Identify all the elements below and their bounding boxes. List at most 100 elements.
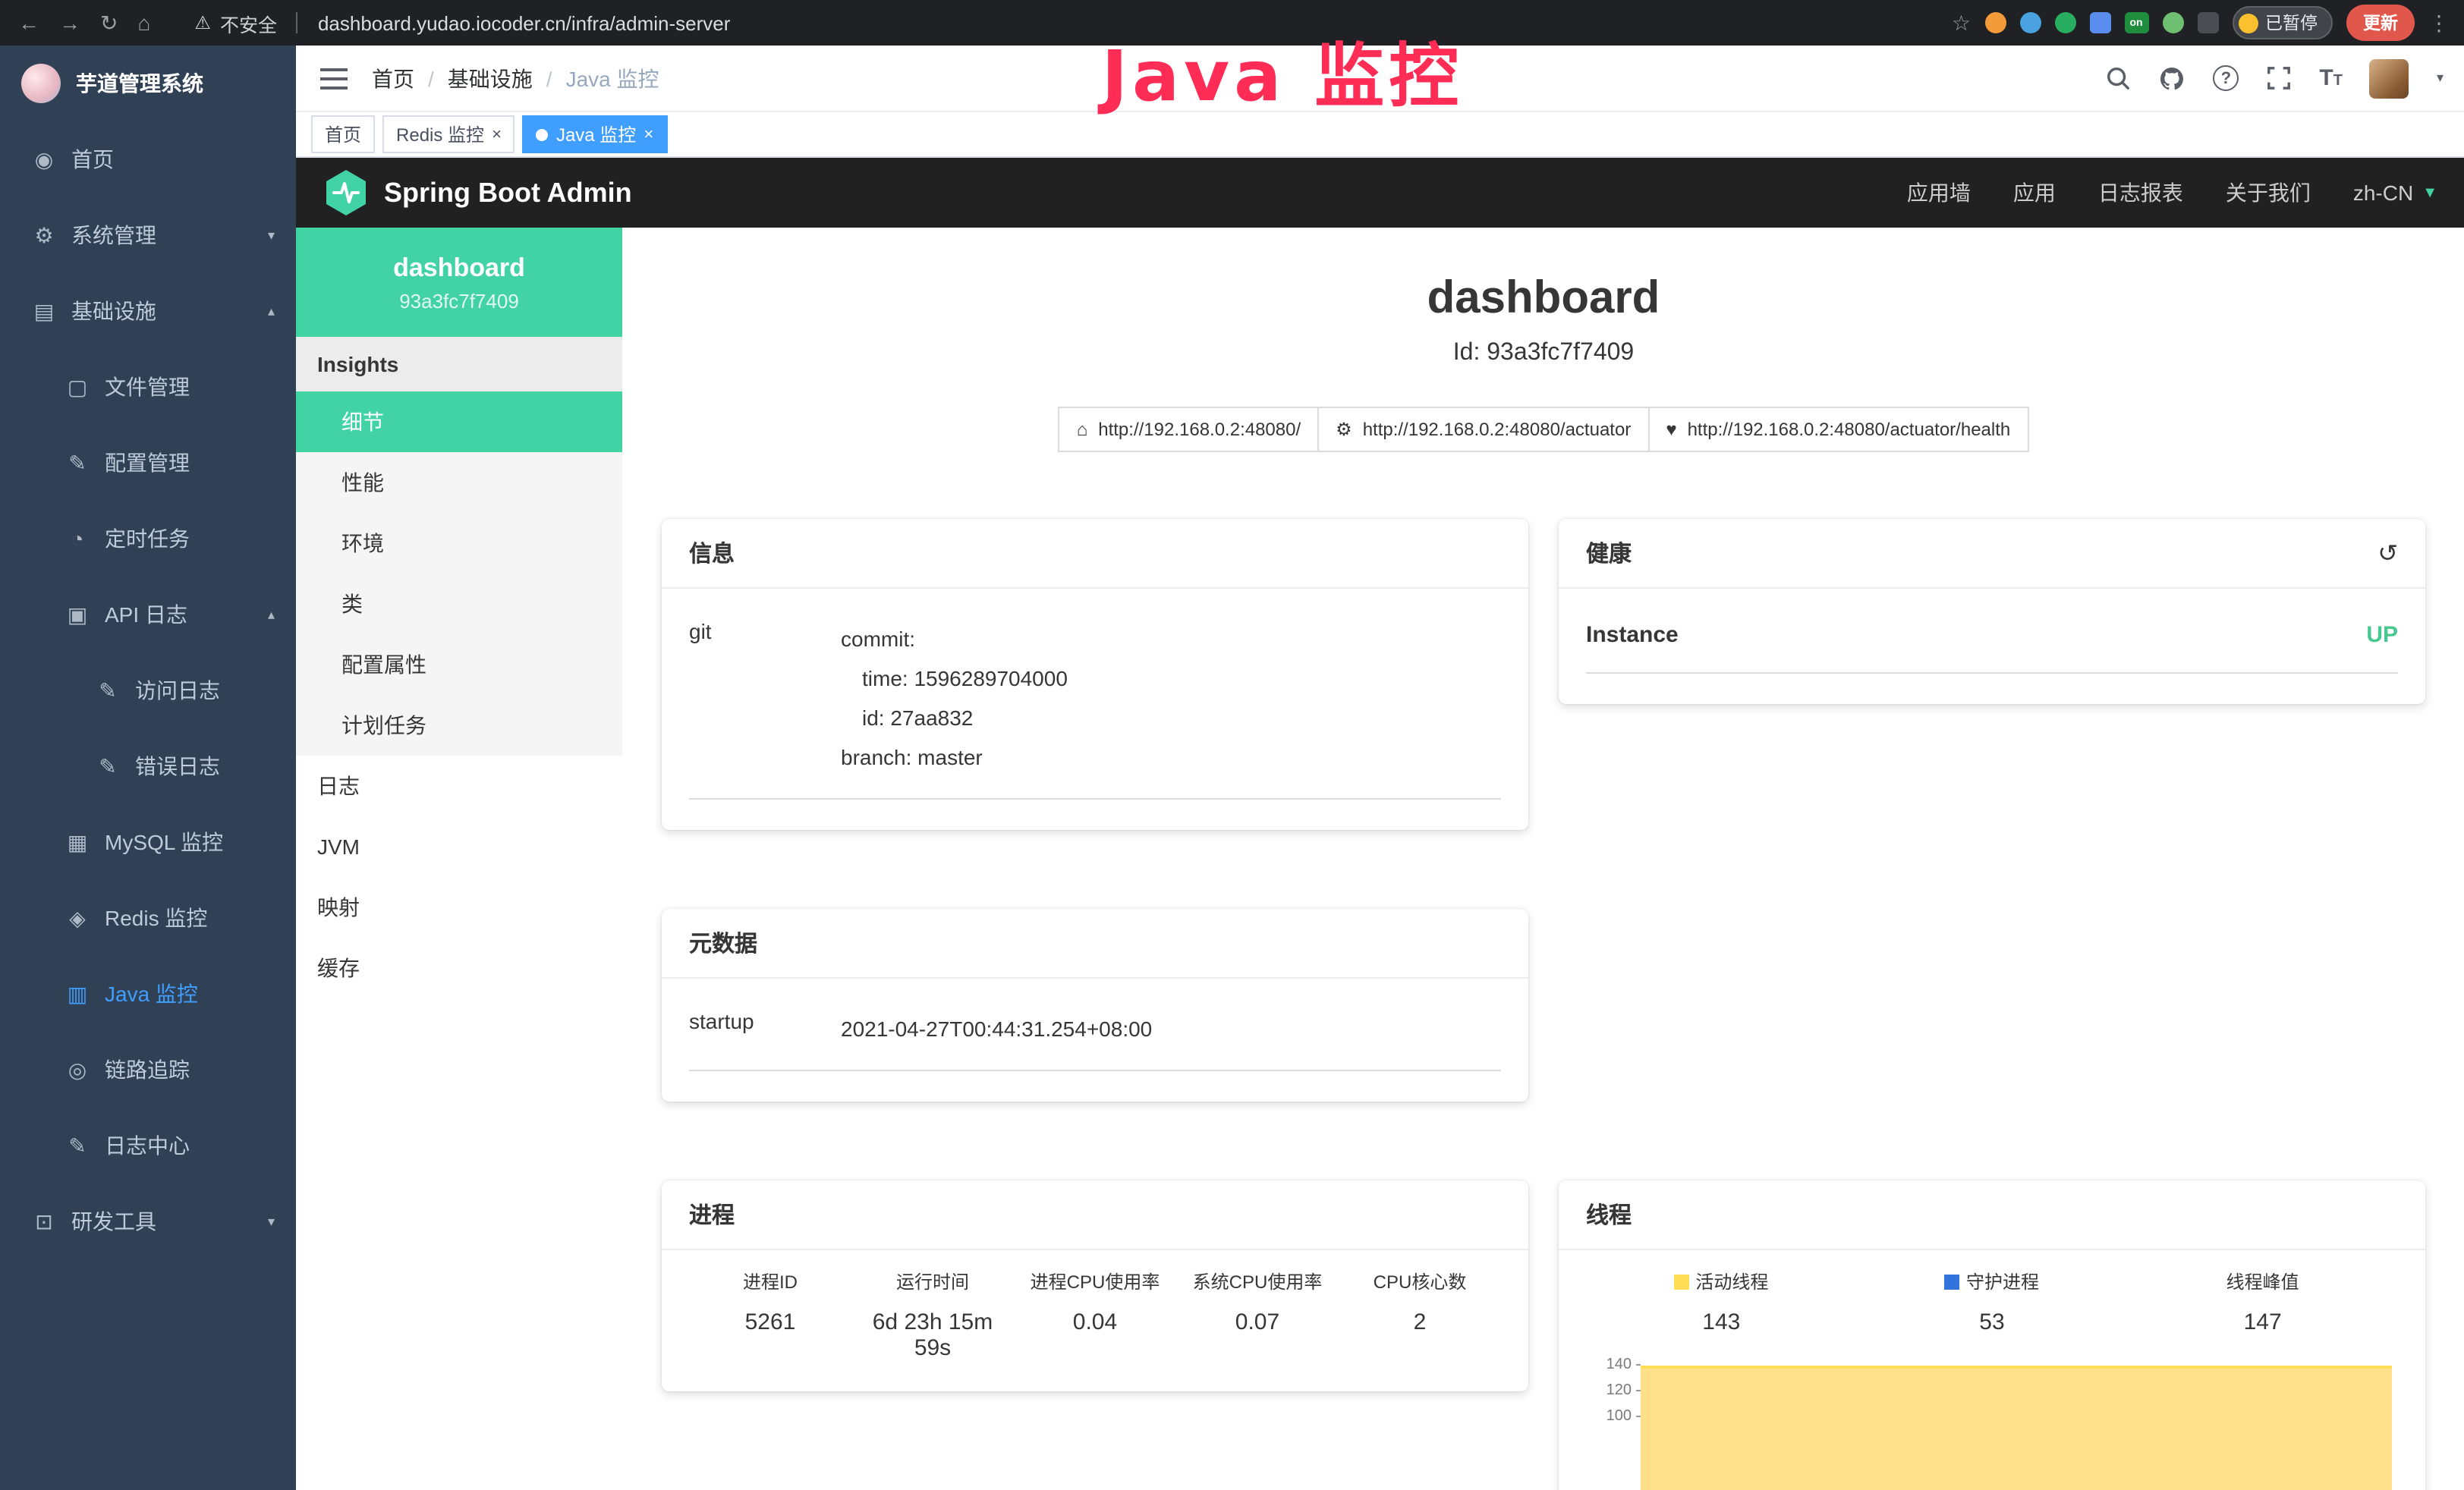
sidebar-item-file-management[interactable]: ▢ 文件管理	[0, 349, 296, 425]
extension-icon-grid[interactable]	[2089, 12, 2110, 33]
sidebar-item-java-monitor[interactable]: ▥ Java 监控	[0, 956, 296, 1032]
sba-link-journal[interactable]: 日志报表	[2098, 178, 2183, 208]
sba-nav-links: 应用墙 应用 日志报表 关于我们 zh-CN ▼	[1907, 178, 2437, 208]
sba-language-select[interactable]: zh-CN ▼	[2353, 181, 2437, 205]
info-card: 信息 git commit: time: 1596289704000 id: 2…	[662, 519, 1528, 830]
sba-link-about[interactable]: 关于我们	[2226, 178, 2311, 208]
sidebar-item-log-center[interactable]: ✎ 日志中心	[0, 1108, 296, 1184]
extension-icon-blue-drop[interactable]	[2019, 12, 2041, 33]
app-shell: 芋道管理系统 ◉ 首页 ⚙ 系统管理 ▾ ▤ 基础设施 ▴ ▢ 文件管理 ✎	[0, 46, 2464, 1490]
status-badge: UP	[2366, 622, 2398, 648]
font-size-icon[interactable]: TT	[2319, 64, 2343, 92]
proxy-on-icon[interactable]: on	[2124, 12, 2148, 33]
search-icon[interactable]	[2105, 65, 2131, 91]
fullscreen-icon[interactable]	[2266, 65, 2292, 91]
sba-brand[interactable]: Spring Boot Admin	[323, 168, 632, 217]
tab-redis-monitor[interactable]: Redis 监控 ×	[382, 115, 515, 153]
browser-home-icon[interactable]: ⌂	[137, 12, 150, 33]
extension-icon-leaf[interactable]	[2162, 12, 2183, 33]
instance-id-line: Id: 93a3fc7f7409	[622, 340, 2464, 367]
browser-menu-icon[interactable]: ⋮	[2428, 12, 2450, 33]
legend-daemon-threads: 守护进程 53	[1857, 1268, 2128, 1335]
sba-item-details[interactable]: 细节	[296, 391, 622, 452]
service-url-label: http://192.168.0.2:48080/	[1098, 419, 1301, 440]
help-icon[interactable]: ?	[2213, 65, 2239, 91]
sidebar-item-label: 配置管理	[105, 448, 190, 478]
avatar-caret-icon[interactable]: ▾	[2437, 70, 2444, 86]
sidebar-item-error-logs[interactable]: ✎ 错误日志	[0, 728, 296, 804]
service-url-link[interactable]: ⌂ http://192.168.0.2:48080/	[1059, 407, 1319, 452]
sidebar-item-infrastructure[interactable]: ▤ 基础设施 ▴	[0, 273, 296, 349]
sidebar-toggle-icon[interactable]	[320, 68, 348, 89]
sba-item-metrics[interactable]: 性能	[296, 452, 622, 513]
extension-icon-puzzle[interactable]	[2197, 12, 2218, 33]
sidebar-item-link-tracing[interactable]: ◎ 链路追踪	[0, 1032, 296, 1108]
sidebar-item-api-logs[interactable]: ▣ API 日志 ▴	[0, 577, 296, 652]
sidebar-item-access-logs[interactable]: ✎ 访问日志	[0, 652, 296, 728]
trace-icon: ◎	[64, 1057, 91, 1083]
security-label[interactable]: 不安全	[220, 8, 277, 37]
sidebar-item-scheduled-tasks[interactable]: ◔ 定时任务	[0, 501, 296, 577]
health-url-link[interactable]: ♥ http://192.168.0.2:48080/actuator/heal…	[1647, 407, 2028, 452]
sba-item-environment[interactable]: 环境	[296, 513, 622, 574]
sba-link-applications[interactable]: 应用	[2013, 178, 2056, 208]
tab-close-icon[interactable]: ×	[492, 125, 502, 143]
health-instance-row: Instance UP	[1586, 607, 2398, 674]
github-icon[interactable]	[2158, 64, 2186, 92]
extension-icon-orange[interactable]	[1984, 12, 2006, 33]
security-warning-icon[interactable]: ⚠	[194, 12, 211, 33]
sba-item-config-props[interactable]: 配置属性	[296, 634, 622, 695]
legend-value: 143	[1586, 1309, 1857, 1335]
logo-avatar	[21, 64, 61, 103]
user-avatar[interactable]	[2370, 58, 2409, 98]
sba-item-mappings[interactable]: 映射	[296, 877, 622, 938]
file-icon: ▢	[64, 374, 91, 400]
sba-item-classes[interactable]: 类	[296, 574, 622, 634]
extension-icon-green-circle[interactable]	[2054, 12, 2075, 33]
paused-badge[interactable]: 已暂停	[2232, 6, 2333, 39]
process-col-value: 2	[1339, 1309, 1501, 1335]
actuator-url-link[interactable]: ⚙ http://192.168.0.2:48080/actuator	[1317, 407, 1649, 452]
address-url[interactable]: dashboard.yudao.iocoder.cn/infra/admin-s…	[318, 11, 730, 34]
browser-back-icon[interactable]: ←	[18, 12, 39, 33]
sidebar-item-mysql-monitor[interactable]: ▦ MySQL 监控	[0, 804, 296, 880]
screen: ← → ↻ ⌂ ⚠ 不安全 dashboard.yudao.iocoder.cn…	[0, 0, 2464, 1490]
active-tab-dot	[537, 128, 549, 140]
breadcrumb-infrastructure[interactable]: 基础设施	[448, 63, 533, 93]
bookmark-star-icon[interactable]: ☆	[1952, 12, 1971, 33]
sidebar-logo[interactable]: 芋道管理系统	[0, 46, 296, 121]
sidebar-item-home[interactable]: ◉ 首页	[0, 121, 296, 197]
sba-item-caches[interactable]: 缓存	[296, 938, 622, 998]
tab-home[interactable]: 首页	[311, 115, 375, 153]
breadcrumb-home[interactable]: 首页	[372, 63, 414, 93]
update-button[interactable]: 更新	[2346, 5, 2415, 41]
threads-legend: 活动线程 143 守护进程	[1586, 1268, 2398, 1335]
sidebar-item-label: Redis 监控	[105, 903, 207, 933]
sba-instance-header[interactable]: dashboard 93a3fc7f7409	[296, 228, 622, 337]
legend-square-blue-icon	[1945, 1274, 1960, 1289]
header-actions: ? TT ▾	[2105, 58, 2464, 98]
sba-item-scheduled-tasks[interactable]: 计划任务	[296, 695, 622, 756]
sba-main: dashboard Id: 93a3fc7f7409 ⌂ http://192.…	[622, 228, 2464, 1490]
history-icon[interactable]: ↺	[2377, 538, 2398, 568]
sidebar-item-redis-monitor[interactable]: ◈ Redis 监控	[0, 880, 296, 956]
sidebar-item-config-management[interactable]: ✎ 配置管理	[0, 425, 296, 501]
breadcrumb: 首页 / 基础设施 / Java 监控	[372, 63, 659, 93]
chevron-up-icon: ▴	[268, 303, 275, 319]
tab-close-icon[interactable]: ×	[644, 125, 653, 143]
paused-badge-label: 已暂停	[2265, 11, 2318, 35]
sba-item-jvm[interactable]: JVM	[296, 816, 622, 877]
tab-java-monitor[interactable]: Java 监控 ×	[523, 115, 667, 153]
sidebar-item-system-management[interactable]: ⚙ 系统管理 ▾	[0, 197, 296, 273]
sidebar-item-dev-tools[interactable]: ⊡ 研发工具 ▾	[0, 1184, 296, 1259]
sba-item-logs[interactable]: 日志	[296, 756, 622, 816]
browser-forward-icon[interactable]: →	[59, 12, 80, 33]
sba-link-wallboard[interactable]: 应用墙	[1907, 178, 1971, 208]
sba-sidebar: dashboard 93a3fc7f7409 Insights 细节 性能 环境…	[296, 228, 622, 1490]
y-tick: 140	[1586, 1356, 1641, 1382]
legend-live-threads: 活动线程 143	[1586, 1268, 1857, 1335]
browser-toolbar-right: ☆ on 已暂停 更新 ⋮	[1952, 5, 2464, 41]
browser-reload-icon[interactable]: ↻	[100, 12, 118, 33]
sba-navbar: Spring Boot Admin 应用墙 应用 日志报表 关于我们 zh-CN…	[296, 158, 2464, 228]
info-card-body: git commit: time: 1596289704000 id: 27aa…	[662, 589, 1528, 830]
